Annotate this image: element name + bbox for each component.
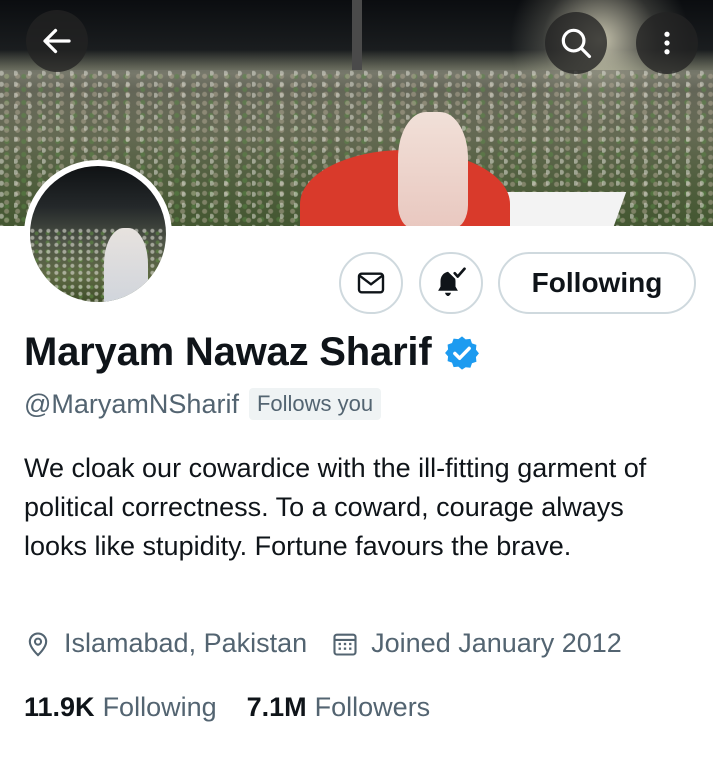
search-icon xyxy=(561,28,592,59)
message-button[interactable] xyxy=(339,252,403,314)
back-button[interactable] xyxy=(26,10,88,72)
following-button-label: Following xyxy=(531,267,663,298)
bell-check-icon xyxy=(438,267,466,297)
search-button[interactable] xyxy=(545,12,607,74)
joined-item: Joined January 2012 xyxy=(331,628,622,659)
following-button[interactable]: Following xyxy=(498,252,696,314)
location-text: Islamabad, Pakistan xyxy=(64,628,308,658)
profile-bio: We cloak our cowardice with the ill-fitt… xyxy=(24,453,647,561)
avatar-image xyxy=(30,166,166,302)
location-item: Islamabad, Pakistan xyxy=(24,628,307,659)
notifications-button[interactable] xyxy=(419,252,483,314)
profile-name: Maryam Nawaz Sharif xyxy=(24,330,432,374)
following-count: 11.9K xyxy=(24,692,95,722)
profile-stats: 11.9K Following 7.1M Followers xyxy=(24,692,430,723)
envelope-icon xyxy=(357,272,385,294)
more-vertical-icon xyxy=(664,31,670,55)
location-pin-icon xyxy=(28,632,48,656)
follows-you-badge: Follows you xyxy=(248,388,382,420)
calendar-icon xyxy=(333,633,357,656)
following-stat-link[interactable]: 11.9K Following xyxy=(24,692,217,723)
joined-text: Joined January 2012 xyxy=(371,628,622,658)
followers-label: Followers xyxy=(314,692,431,722)
verified-badge-icon xyxy=(445,335,480,370)
profile-name-row: Maryam Nawaz Sharif xyxy=(24,330,481,375)
following-label: Following xyxy=(102,692,217,722)
arrow-left-icon xyxy=(43,28,71,54)
followers-stat-link[interactable]: 7.1M Followers xyxy=(247,692,431,723)
profile-handle: @MaryamNSharif xyxy=(24,388,239,419)
handle-row: @MaryamNSharif Follows you xyxy=(24,388,382,420)
avatar[interactable] xyxy=(24,160,172,308)
profile-meta: Islamabad, Pakistan Joined January 2012 xyxy=(24,628,622,659)
more-options-button[interactable] xyxy=(636,12,698,74)
followers-count: 7.1M xyxy=(246,692,307,722)
